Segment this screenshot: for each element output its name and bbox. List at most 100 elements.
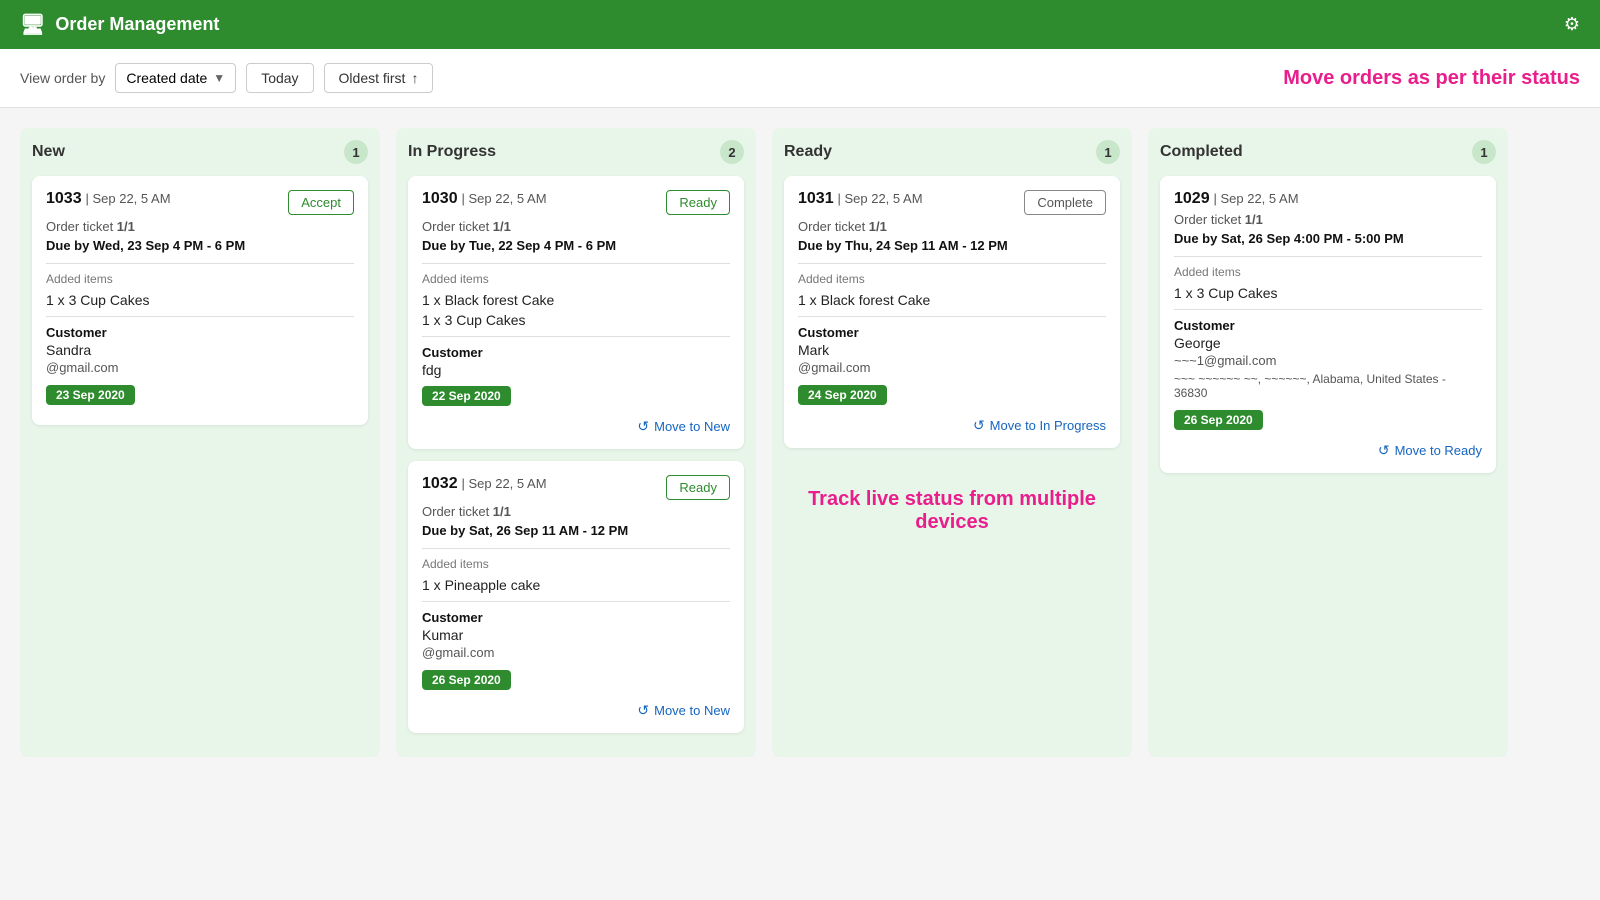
card-header-order-1029: 1029 | Sep 22, 5 AM [1174,190,1482,208]
sort-field-select[interactable]: Created date ▼ [115,63,236,93]
app-title-container: 🖥 Order Management [20,12,219,37]
divider2 [46,316,354,317]
date-badge-order-1029: 26 Sep 2020 [1174,410,1263,430]
card-order-1032: 1032 | Sep 22, 5 AM Ready Order ticket 1… [408,461,744,733]
item-line: 1 x Black forest Cake [798,292,1106,308]
column-count-in-progress: 2 [720,140,744,164]
ticket-line-order-1032: Order ticket 1/1 [422,504,730,519]
sort-direction-icon: ↑ [411,70,418,86]
settings-icon[interactable]: ⚙ [1564,14,1580,35]
app-icon: 🖥 [20,12,45,37]
divider [798,263,1106,264]
card-header-order-1031: 1031 | Sep 22, 5 AM Complete [798,190,1106,215]
customer-section-order-1030: Customer fdg [422,345,730,378]
customer-email-order-1031: @gmail.com [798,360,1106,375]
chevron-down-icon: ▼ [213,71,225,85]
divider [422,548,730,549]
divider [46,263,354,264]
move-label: Move to New [654,419,730,434]
view-order-by-label: View order by [20,70,105,86]
divider [422,263,730,264]
card-order-1029: 1029 | Sep 22, 5 AM Order ticket 1/1 Due… [1160,176,1496,473]
item-line: 1 x 3 Cup Cakes [1174,285,1482,301]
item-line: 1 x Pineapple cake [422,577,730,593]
card-header-order-1030: 1030 | Sep 22, 5 AM Ready [422,190,730,215]
customer-section-order-1031: Customer Mark @gmail.com [798,325,1106,375]
order-date-order-1030: | Sep 22, 5 AM [461,191,546,206]
toolbar-message: Move orders as per their status [1283,67,1580,90]
column-header-new: New 1 [32,140,368,164]
customer-label-order-1030: Customer [422,345,730,360]
customer-label-order-1031: Customer [798,325,1106,340]
toolbar: View order by Created date ▼ Today Oldes… [0,49,1600,108]
column-count-ready: 1 [1096,140,1120,164]
track-live-message: Track live status from multiple devices [784,488,1120,534]
customer-section-order-1029: Customer George ~~~1@gmail.com ~~~ ~~~~~… [1174,318,1482,400]
item-line: 1 x 3 Cup Cakes [422,312,730,328]
customer-name-order-1032: Kumar [422,627,730,643]
customer-address-order-1029: ~~~ ~~~~~~ ~~, ~~~~~~, Alabama, United S… [1174,372,1482,400]
date-badge-order-1032: 26 Sep 2020 [422,670,511,690]
move-icon: ↺ [973,417,985,434]
order-date-order-1033: | Sep 22, 5 AM [85,191,170,206]
order-number-order-1030: 1030 [422,190,458,207]
item-line: 1 x Black forest Cake [422,292,730,308]
move-link-order-1031[interactable]: ↺ Move to In Progress [798,417,1106,434]
due-line-order-1033: Due by Wed, 23 Sep 4 PM - 6 PM [46,238,354,253]
divider [1174,256,1482,257]
customer-email-order-1033: @gmail.com [46,360,354,375]
card-order-1033: 1033 | Sep 22, 5 AM Accept Order ticket … [32,176,368,425]
move-icon: ↺ [637,702,649,719]
order-number-order-1031: 1031 [798,190,834,207]
move-label: Move to New [654,703,730,718]
column-title-in-progress: In Progress [408,143,496,161]
column-title-new: New [32,143,65,161]
column-count-new: 1 [344,140,368,164]
move-link-order-1032[interactable]: ↺ Move to New [422,702,730,719]
due-line-order-1032: Due by Sat, 26 Sep 11 AM - 12 PM [422,523,730,538]
divider2 [422,336,730,337]
added-items-label-order-1031: Added items [798,272,1106,286]
customer-section-order-1033: Customer Sandra @gmail.com [46,325,354,375]
column-header-ready: Ready 1 [784,140,1120,164]
divider2 [422,601,730,602]
date-badge-order-1033: 23 Sep 2020 [46,385,135,405]
column-header-completed: Completed 1 [1160,140,1496,164]
column-new: New 1 1033 | Sep 22, 5 AM Accept Order t… [20,128,380,757]
sort-order-select[interactable]: Oldest first ↑ [324,63,434,93]
date-filter-label: Today [261,70,298,86]
order-number-order-1033: 1033 [46,190,82,207]
column-count-completed: 1 [1472,140,1496,164]
ticket-line-order-1033: Order ticket 1/1 [46,219,354,234]
move-link-order-1030[interactable]: ↺ Move to New [422,418,730,435]
sort-field-label: Created date [126,70,207,86]
date-badge-order-1030: 22 Sep 2020 [422,386,511,406]
move-icon: ↺ [1378,442,1390,459]
date-filter-select[interactable]: Today [246,63,313,93]
divider2 [798,316,1106,317]
order-number-order-1032: 1032 [422,475,458,492]
column-in-progress: In Progress 2 1030 | Sep 22, 5 AM Ready … [396,128,756,757]
order-date-order-1032: | Sep 22, 5 AM [461,476,546,491]
column-ready: Ready 1 1031 | Sep 22, 5 AM Complete Ord… [772,128,1132,757]
column-completed: Completed 1 1029 | Sep 22, 5 AM Order ti… [1148,128,1508,757]
ready-button-order-1032[interactable]: Ready [666,475,730,500]
move-label: Move to Ready [1395,443,1482,458]
customer-name-order-1029: George [1174,335,1482,351]
date-badge-order-1031: 24 Sep 2020 [798,385,887,405]
move-link-order-1029[interactable]: ↺ Move to Ready [1174,442,1482,459]
added-items-label-order-1032: Added items [422,557,730,571]
due-line-order-1030: Due by Tue, 22 Sep 4 PM - 6 PM [422,238,730,253]
sort-order-label: Oldest first [339,70,406,86]
move-icon: ↺ [637,418,649,435]
ticket-line-order-1029: Order ticket 1/1 [1174,212,1482,227]
added-items-label-order-1033: Added items [46,272,354,286]
customer-label-order-1029: Customer [1174,318,1482,333]
ticket-line-order-1031: Order ticket 1/1 [798,219,1106,234]
column-title-ready: Ready [784,143,832,161]
complete-button-order-1031[interactable]: Complete [1024,190,1106,215]
ready-button-order-1030[interactable]: Ready [666,190,730,215]
accept-button-order-1033[interactable]: Accept [288,190,354,215]
ticket-line-order-1030: Order ticket 1/1 [422,219,730,234]
card-header-order-1032: 1032 | Sep 22, 5 AM Ready [422,475,730,500]
